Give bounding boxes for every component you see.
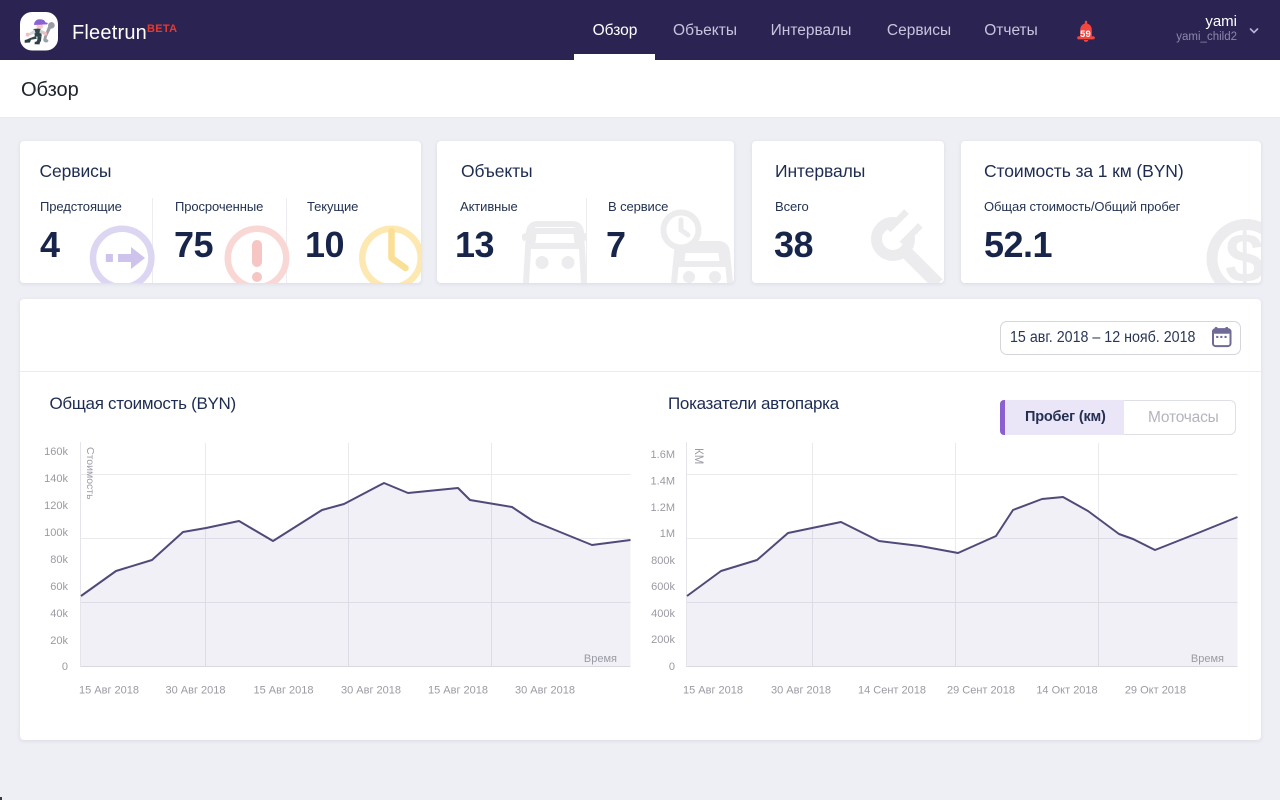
svg-text:200k: 200k (651, 634, 675, 646)
svg-text:600k: 600k (651, 581, 675, 593)
svg-text:40k: 40k (50, 608, 68, 620)
svg-text:29 Сент 2018: 29 Сент 2018 (947, 685, 1015, 697)
svg-text:Время: Время (584, 653, 617, 665)
svg-text:15 Авг 2018: 15 Авг 2018 (79, 685, 139, 697)
svg-text:1.6M: 1.6M (651, 449, 675, 461)
svg-text:0: 0 (669, 661, 675, 673)
svg-text:29 Окт 2018: 29 Окт 2018 (1125, 685, 1186, 697)
svg-text:59: 59 (1080, 29, 1091, 40)
svg-text:100k: 100k (44, 527, 68, 539)
svg-text:140k: 140k (44, 473, 68, 485)
svg-text:1.4M: 1.4M (651, 476, 675, 488)
svg-text:1M: 1M (660, 528, 675, 540)
svg-text:160k: 160k (44, 446, 68, 458)
svg-text:15 Авг 2018: 15 Авг 2018 (683, 685, 743, 697)
svg-text:120k: 120k (44, 500, 68, 512)
svg-text:Время: Время (1191, 653, 1224, 665)
svg-text:КМ: КМ (692, 448, 704, 464)
svg-text:14 Окт 2018: 14 Окт 2018 (1036, 685, 1097, 697)
svg-text:$: $ (1225, 219, 1261, 283)
svg-text:30 Авг 2018: 30 Авг 2018 (515, 685, 575, 697)
svg-text:1.2M: 1.2M (651, 502, 675, 514)
svg-text:800k: 800k (651, 555, 675, 567)
svg-text:14 Сент 2018: 14 Сент 2018 (858, 685, 926, 697)
svg-text:30 Авг 2018: 30 Авг 2018 (341, 685, 401, 697)
svg-text:30 Авг 2018: 30 Авг 2018 (771, 685, 831, 697)
svg-text:80k: 80k (50, 554, 68, 566)
svg-text:0: 0 (62, 661, 68, 673)
svg-text:15 Авг 2018: 15 Авг 2018 (253, 685, 313, 697)
svg-text:30 Авг 2018: 30 Авг 2018 (165, 685, 225, 697)
svg-text:60k: 60k (50, 581, 68, 593)
svg-text:Стоимость: Стоимость (84, 447, 96, 500)
svg-text:20k: 20k (50, 635, 68, 647)
svg-text:15 Авг 2018: 15 Авг 2018 (428, 685, 488, 697)
svg-text:400k: 400k (651, 608, 675, 620)
